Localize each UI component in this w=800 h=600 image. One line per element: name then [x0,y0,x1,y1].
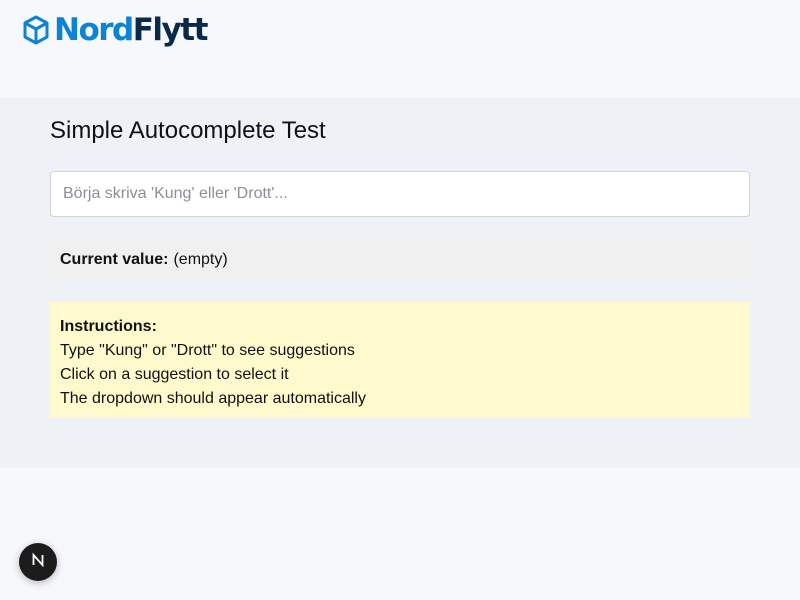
current-value-text: (empty) [173,251,228,268]
instructions-panel: Instructions: Type "Kung" or "Drott" to … [50,302,750,418]
instruction-line: The dropdown should appear automatically [60,390,366,407]
nextjs-dev-indicator[interactable] [19,543,57,581]
current-value-panel: Current value: (empty) [50,238,750,282]
main-content: Simple Autocomplete Test Current value: … [0,98,800,468]
brand-name-part1: Nord [54,12,134,48]
page-title: Simple Autocomplete Test [50,117,326,144]
box-icon [23,15,49,45]
brand-logo[interactable]: NordFlytt [23,12,209,48]
instructions-title: Instructions: [60,318,157,335]
instruction-line: Type "Kung" or "Drott" to see suggestion… [60,342,355,359]
current-value-label: Current value: [60,251,169,268]
header: NordFlytt [0,0,800,100]
nextjs-icon [30,552,46,573]
autocomplete-input[interactable] [50,171,750,217]
brand-name: NordFlytt [54,12,209,48]
instruction-line: Click on a suggestion to select it [60,366,289,383]
brand-name-part2: Flytt [132,12,209,48]
